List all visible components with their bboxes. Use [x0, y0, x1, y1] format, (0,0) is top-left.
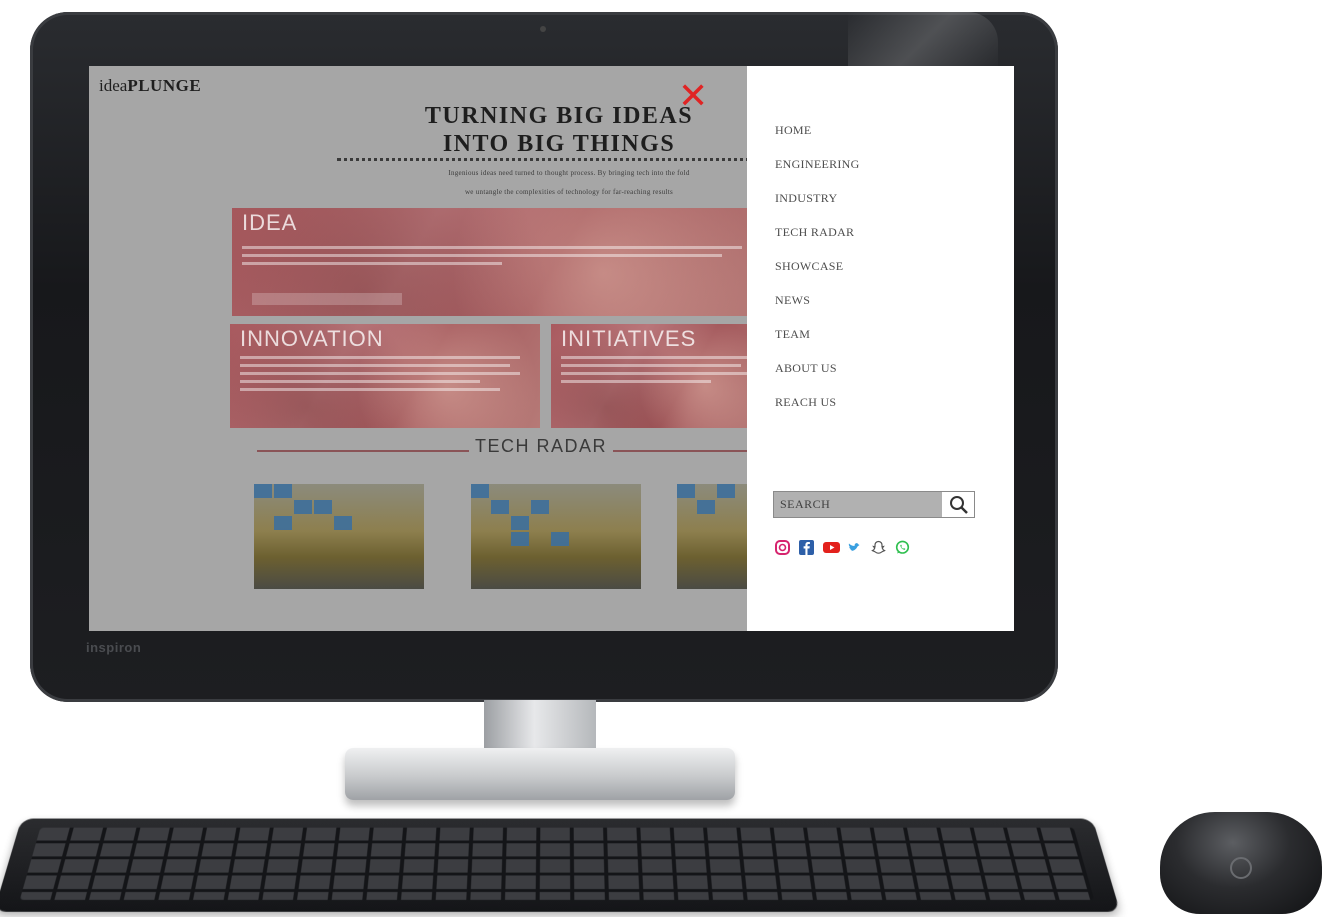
tech-radar-thumb[interactable] — [677, 484, 747, 589]
page-overlay[interactable]: ideaPLUNGE TURNING BIG IDEAS INTO BIG TH… — [89, 66, 747, 631]
instagram-icon[interactable] — [775, 540, 790, 555]
initiatives-card-text — [561, 356, 747, 359]
thumb-tile — [254, 484, 272, 498]
initiatives-card-text — [561, 372, 747, 375]
search-button[interactable] — [944, 492, 974, 517]
hero-tagline-line1: Ingenious ideas need turned to thought p… — [448, 169, 690, 177]
thumb-tile — [551, 532, 569, 546]
thumb-tile — [294, 500, 312, 514]
nav-menu: HOME ENGINEERING INDUSTRY TECH RADAR SHO… — [775, 123, 860, 429]
screen: ideaPLUNGE TURNING BIG IDEAS INTO BIG TH… — [89, 66, 1014, 631]
menu-item-tech-radar[interactable]: TECH RADAR — [775, 225, 860, 259]
menu-item-reach-us[interactable]: REACH US — [775, 395, 860, 429]
youtube-icon[interactable] — [823, 540, 840, 555]
thumb-tile — [314, 500, 332, 514]
thumb-tile — [717, 484, 735, 498]
idea-card-title: IDEA — [242, 210, 298, 235]
bezel-glare — [848, 12, 998, 72]
facebook-icon[interactable] — [799, 540, 814, 555]
webcam — [540, 26, 546, 32]
hero-tagline-line2: we untangle the complexities of technolo… — [464, 188, 674, 196]
search-icon — [950, 496, 968, 514]
twitter-icon[interactable] — [847, 540, 862, 555]
monitor-brand: inspiron — [86, 640, 142, 655]
innovation-card-text — [240, 380, 480, 383]
tech-radar-thumb[interactable] — [254, 484, 424, 589]
close-icon[interactable]: ✕ — [678, 78, 708, 114]
mouse — [1160, 812, 1322, 914]
innovation-card-text — [240, 388, 500, 391]
idea-card[interactable]: IDEA — [232, 208, 747, 316]
idea-card-text — [242, 246, 742, 249]
initiatives-card-text — [561, 364, 741, 367]
site-logo[interactable]: ideaPLUNGE — [99, 76, 201, 96]
search-input[interactable] — [774, 492, 942, 517]
menu-item-about-us[interactable]: ABOUT US — [775, 361, 860, 395]
logo-bold: PLUNGE — [127, 76, 202, 95]
menu-item-team[interactable]: TEAM — [775, 327, 860, 361]
thumb-tile — [471, 484, 489, 498]
innovation-card-text — [240, 356, 520, 359]
initiatives-card-title: INITIATIVES — [561, 326, 697, 351]
hero-divider — [337, 158, 747, 161]
keyboard-keys — [19, 827, 1095, 900]
menu-item-engineering[interactable]: ENGINEERING — [775, 157, 860, 191]
initiatives-card-text — [561, 380, 711, 383]
innovation-card-text — [240, 372, 520, 375]
thumb-tile — [334, 516, 352, 530]
thumb-tile — [677, 484, 695, 498]
innovation-card-title: INNOVATION — [240, 326, 384, 351]
menu-item-showcase[interactable]: SHOWCASE — [775, 259, 860, 293]
side-menu: HOME ENGINEERING INDUSTRY TECH RADAR SHO… — [747, 66, 1014, 631]
whatsapp-icon[interactable] — [895, 540, 910, 555]
thumb-tile — [274, 516, 292, 530]
menu-item-news[interactable]: NEWS — [775, 293, 860, 327]
initiatives-card[interactable]: INITIATIVES — [551, 324, 747, 428]
thumb-tile — [531, 500, 549, 514]
tech-radar-heading: TECH RADAR — [469, 436, 614, 457]
thumb-tile — [697, 500, 715, 514]
innovation-card[interactable]: INNOVATION — [230, 324, 540, 428]
innovation-card-text — [240, 364, 510, 367]
social-links — [775, 540, 910, 555]
thumb-tile — [274, 484, 292, 498]
logo-prefix: idea — [99, 76, 128, 95]
keyboard — [0, 818, 1121, 912]
menu-item-industry[interactable]: INDUSTRY — [775, 191, 860, 225]
search-box — [773, 491, 975, 518]
hero-title-line2: INTO BIG THINGS — [442, 131, 676, 157]
menu-item-home[interactable]: HOME — [775, 123, 860, 157]
tech-radar-thumb[interactable] — [471, 484, 641, 589]
snapchat-icon[interactable] — [871, 540, 886, 555]
monitor-stand-base — [345, 748, 735, 800]
idea-card-text — [242, 254, 722, 257]
idea-card-link[interactable] — [252, 293, 402, 305]
mouse-logo — [1230, 857, 1252, 879]
thumb-tile — [491, 500, 509, 514]
idea-card-text — [242, 262, 502, 265]
thumb-tile — [511, 516, 529, 530]
thumb-tile — [511, 532, 529, 546]
